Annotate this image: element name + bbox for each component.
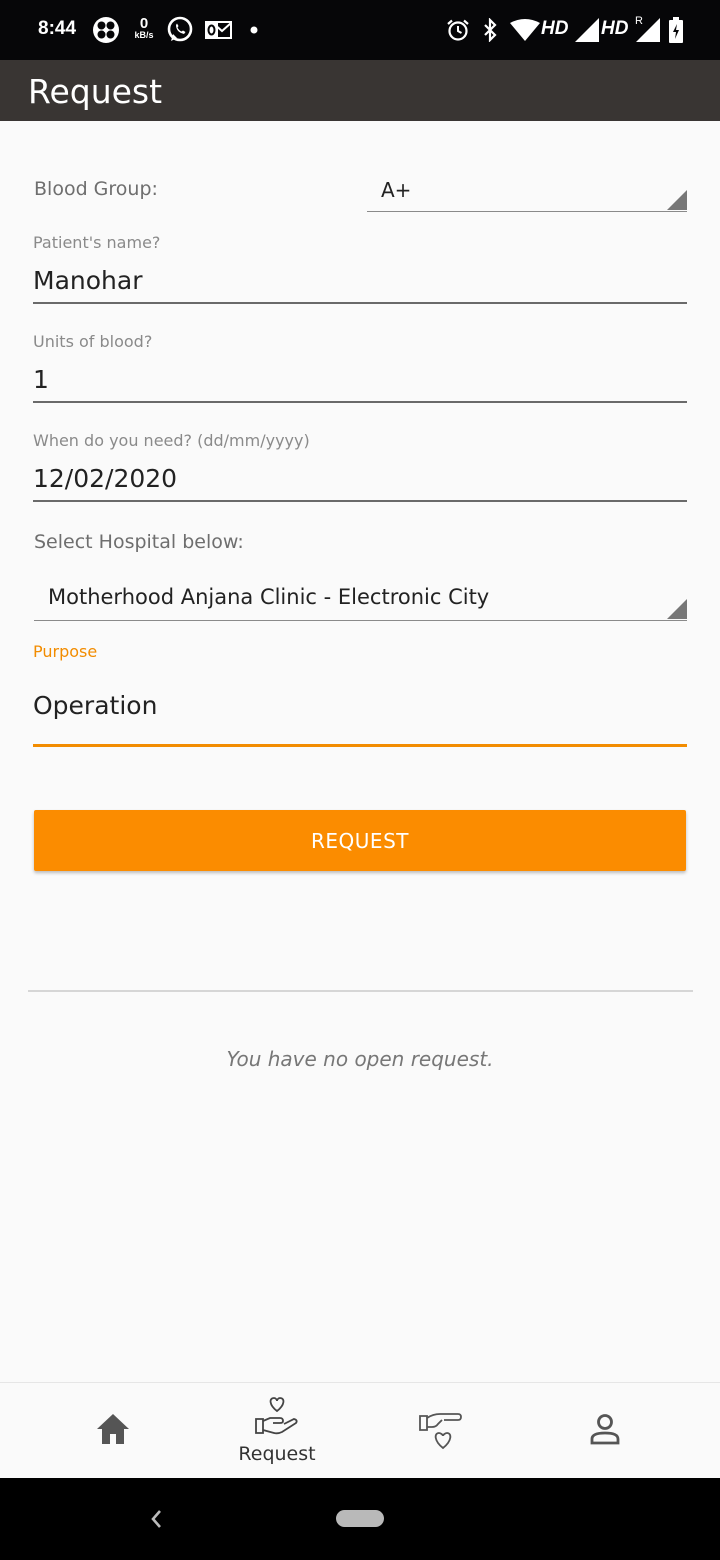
signal-icon bbox=[636, 15, 660, 45]
battery-charging-icon bbox=[668, 15, 684, 45]
hospital-select[interactable]: Motherhood Anjana Clinic - Electronic Ci… bbox=[34, 578, 687, 621]
nav-label-request: Request bbox=[238, 1443, 316, 1465]
nav-item-donate[interactable] bbox=[359, 1383, 523, 1479]
date-label: When do you need? (dd/mm/yyyy) bbox=[33, 431, 310, 450]
home-pill[interactable] bbox=[336, 1510, 384, 1527]
network-speed: 0 kB/s bbox=[134, 15, 154, 40]
home-icon bbox=[95, 1412, 131, 1450]
wifi-icon bbox=[510, 15, 540, 45]
alarm-icon bbox=[446, 15, 470, 45]
nav-item-home[interactable] bbox=[31, 1383, 195, 1479]
signal-icon bbox=[575, 15, 599, 45]
dropdown-arrow-icon bbox=[667, 599, 687, 619]
dot-icon bbox=[248, 15, 260, 45]
nav-item-profile[interactable] bbox=[523, 1383, 687, 1479]
date-input[interactable]: 12/02/2020 bbox=[33, 464, 177, 493]
hospital-label: Select Hospital below: bbox=[34, 531, 244, 553]
empty-request-message: You have no open request. bbox=[226, 1047, 494, 1071]
units-input[interactable]: 1 bbox=[33, 365, 49, 394]
bottom-nav: Request bbox=[0, 1382, 720, 1478]
fan-icon bbox=[92, 15, 120, 45]
back-icon[interactable] bbox=[145, 1504, 167, 1534]
bluetooth-icon bbox=[481, 15, 499, 45]
units-label: Units of blood? bbox=[33, 332, 153, 351]
nav-item-request[interactable]: Request bbox=[195, 1383, 359, 1479]
dropdown-arrow-icon bbox=[667, 190, 687, 210]
app-bar: Request bbox=[0, 60, 720, 121]
divider bbox=[28, 990, 693, 992]
status-time: 8:44 bbox=[38, 18, 77, 39]
profile-icon bbox=[588, 1412, 622, 1450]
patient-name-label: Patient's name? bbox=[33, 233, 161, 252]
blood-group-value: A+ bbox=[381, 178, 412, 202]
hospital-value: Motherhood Anjana Clinic - Electronic Ci… bbox=[48, 585, 490, 609]
purpose-label: Purpose bbox=[33, 642, 98, 661]
whatsapp-icon bbox=[166, 15, 194, 45]
request-blood-icon bbox=[254, 1397, 300, 1441]
blood-group-select[interactable]: A+ bbox=[367, 170, 687, 212]
blood-group-label: Blood Group: bbox=[34, 178, 158, 200]
purpose-input[interactable]: Operation bbox=[33, 691, 157, 720]
system-nav-bar bbox=[0, 1478, 720, 1560]
status-bar: 8:44 0 kB/s HD HD R bbox=[0, 0, 720, 60]
request-button[interactable]: REQUEST bbox=[34, 810, 686, 871]
outlook-icon bbox=[204, 15, 232, 45]
page-title: Request bbox=[28, 72, 163, 111]
patient-name-input[interactable]: Manohar bbox=[33, 266, 142, 295]
hd-label: HD bbox=[541, 18, 569, 39]
donate-icon bbox=[418, 1408, 464, 1454]
hd-label: HD bbox=[601, 18, 629, 39]
